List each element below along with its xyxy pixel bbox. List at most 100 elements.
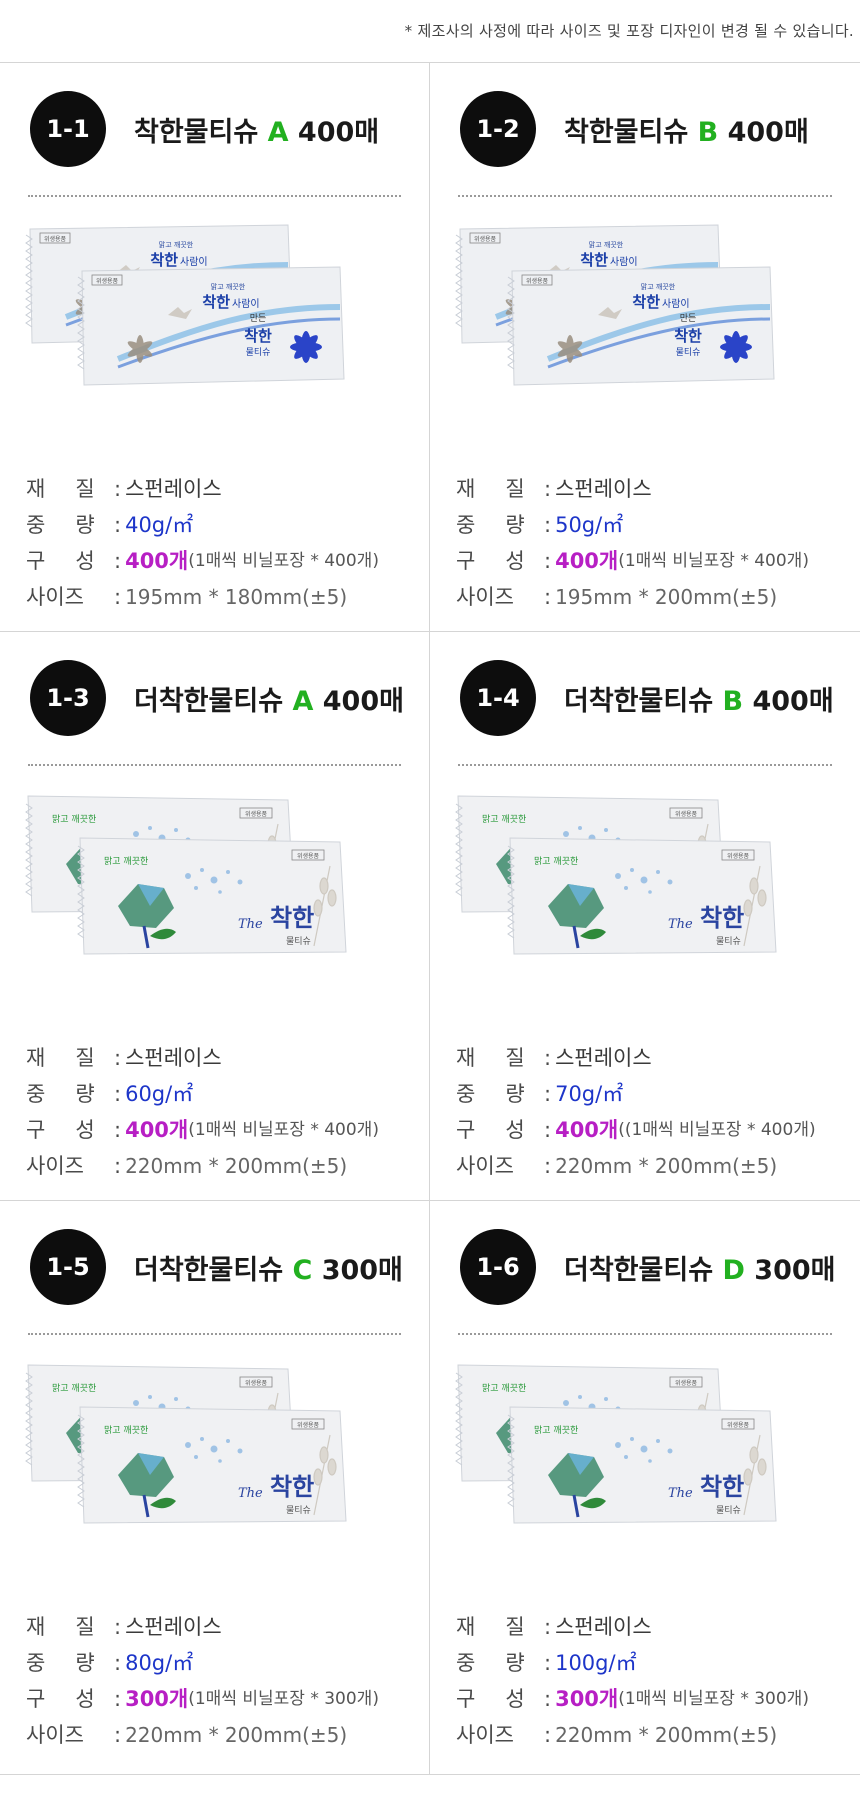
spec-size-value: 220mm * 200mm(±5) [125,1723,348,1747]
spec-weight-row: 중량 : 60g/㎡ [26,1076,419,1112]
product-card-1-4: 1-4 더착한물티슈 B 400매 위생용품 맑고 깨끗한 The 착한 물티슈 [430,632,860,1201]
spec-count-value: 400개 [125,549,189,573]
svg-text:사람이: 사람이 [610,255,638,268]
dotted-divider [458,195,832,197]
product-sheets: 300매 [754,1254,836,1286]
product-number-badge: 1-4 [460,660,536,736]
svg-text:The: The [238,1486,263,1501]
product-image: 위생용품 맑고 깨끗한 The 착한 물티슈 위생용품 맑고 깨끗한 The 착… [22,1361,407,1561]
svg-text:위생용품: 위생용품 [675,1379,698,1387]
svg-text:물티슈: 물티슈 [716,936,741,947]
spec-colon: : [114,513,122,537]
product-sheets: 400매 [297,116,380,148]
wet-tissue-pack-illustration: 위생용품 맑고 깨끗한 착한 사람이 만든 착한 물티슈 위생용품 맑고 깨끗한… [25,224,345,386]
product-header: 1-4 더착한물티슈 B 400매 [460,660,834,736]
svg-text:The: The [668,917,693,932]
spec-pack-note: (1매씩 비닐포장 * 400개) [188,551,379,571]
product-number-badge: 1-1 [30,91,106,167]
spec-size-row: 사이즈 : 195mm * 200mm(±5) [456,579,850,615]
spec-colon: : [114,1154,122,1178]
product-header: 1-6 더착한물티슈 D 300매 [460,1229,835,1305]
product-specs: 재질 : 스펀레이스 중량 : 80g/㎡ 구성 : 300개 (1매씩 비닐포… [26,1609,419,1753]
wet-tissue-pack-illustration: 위생용품 맑고 깨끗한 The 착한 물티슈 위생용품 맑고 깨끗한 The 착… [455,795,777,955]
spec-colon: : [114,549,122,573]
product-title: 더착한물티슈 B 400매 [564,679,834,718]
spec-weight-value: 70g/㎡ [555,1082,624,1106]
svg-text:착한: 착한 [270,1472,314,1501]
spec-colon: : [114,1651,122,1675]
spec-colon: : [114,585,122,609]
spec-material-row: 재질 : 스펀레이스 [26,1040,419,1076]
svg-text:맑고 깨끗한: 맑고 깨끗한 [534,855,578,867]
product-name: 더착한물티슈 [564,685,714,717]
spec-size-label: 사이즈 [26,1154,84,1178]
spec-size-label: 사이즈 [456,1154,514,1178]
product-card-1-2: 1-2 착한물티슈 B 400매 위생용품 맑고 깨끗한 착한 사람이 만든 착… [430,63,860,632]
spec-compose-label: 구성 [456,1118,525,1142]
spec-size-row: 사이즈 : 195mm * 180mm(±5) [26,579,419,615]
spec-colon: : [544,477,552,501]
spec-material-value: 스펀레이스 [125,1046,222,1070]
product-grade: B [697,116,719,148]
spec-weight-label: 중량 [26,1651,95,1675]
wet-tissue-pack-illustration: 위생용품 맑고 깨끗한 The 착한 물티슈 위생용품 맑고 깨끗한 The 착… [25,795,347,955]
svg-text:맑고 깨끗한: 맑고 깨끗한 [52,813,96,825]
spec-material-label: 재질 [26,477,95,501]
spec-weight-value: 60g/㎡ [125,1082,194,1106]
spec-material-row: 재질 : 스펀레이스 [26,1609,419,1645]
dotted-divider [28,1333,401,1335]
disclaimer-notice: * 제조사의 사정에 따라 사이즈 및 포장 디자인이 변경 될 수 있습니다. [404,22,854,40]
spec-material-value: 스펀레이스 [555,477,652,501]
spec-compose-label: 구성 [456,1687,525,1711]
svg-text:맑고 깨끗한: 맑고 깨끗한 [159,240,194,249]
spec-count-value: 400개 [555,1118,619,1142]
product-sheets: 400매 [727,116,809,148]
product-title: 더착한물티슈 A 400매 [134,679,404,718]
spec-weight-row: 중량 : 50g/㎡ [456,507,850,543]
spec-material-row: 재질 : 스펀레이스 [26,471,419,507]
product-number: 1-5 [46,1253,90,1281]
spec-compose-row: 구성 : 300개 (1매씩 비닐포장 * 300개) [456,1681,850,1717]
product-title: 착한물티슈 A 400매 [134,110,379,149]
spec-colon: : [544,1615,552,1639]
spec-material-label: 재질 [456,1615,525,1639]
svg-text:맑고 깨끗한: 맑고 깨끗한 [482,1382,526,1394]
spec-size-label: 사이즈 [456,585,514,609]
product-number-badge: 1-3 [30,660,106,736]
svg-text:위생용품: 위생용품 [96,277,119,285]
spec-weight-label: 중량 [26,1082,95,1106]
svg-text:위생용품: 위생용품 [297,852,320,860]
svg-text:착한: 착한 [150,251,178,269]
spec-colon: : [544,1154,552,1178]
svg-text:위생용품: 위생용품 [245,1379,268,1387]
product-number: 1-2 [476,115,520,143]
product-grade: D [722,1254,745,1286]
product-title: 더착한물티슈 D 300매 [564,1248,835,1287]
svg-text:위생용품: 위생용품 [675,810,698,818]
product-image: 위생용품 맑고 깨끗한 The 착한 물티슈 위생용품 맑고 깨끗한 The 착… [452,1361,837,1561]
spec-weight-value: 100g/㎡ [555,1651,637,1675]
spec-compose-label: 구성 [26,549,95,573]
spec-size-row: 사이즈 : 220mm * 200mm(±5) [26,1148,419,1184]
product-sheets: 400매 [752,685,834,717]
spec-material-label: 재질 [456,1046,525,1070]
svg-text:위생용품: 위생용품 [727,852,750,860]
product-title: 착한물티슈 B 400매 [564,110,809,149]
spec-colon: : [544,1687,552,1711]
spec-compose-row: 구성 : 300개 (1매씩 비닐포장 * 300개) [26,1681,419,1717]
svg-text:맑고 깨끗한: 맑고 깨끗한 [104,855,148,867]
product-grade: C [292,1254,313,1286]
spec-weight-label: 중량 [456,1082,525,1106]
svg-text:맑고 깨끗한: 맑고 깨끗한 [52,1382,96,1394]
svg-text:위생용품: 위생용품 [297,1421,320,1429]
spec-colon: : [114,1082,122,1106]
product-name: 더착한물티슈 [134,685,284,717]
spec-material-label: 재질 [456,477,525,501]
svg-text:물티슈: 물티슈 [286,936,311,947]
product-number: 1-3 [46,684,90,712]
dotted-divider [458,1333,832,1335]
svg-text:맑고 깨끗한: 맑고 깨끗한 [589,240,624,249]
spec-colon: : [544,1723,552,1747]
svg-text:착한: 착한 [700,1472,744,1501]
spec-colon: : [544,1082,552,1106]
